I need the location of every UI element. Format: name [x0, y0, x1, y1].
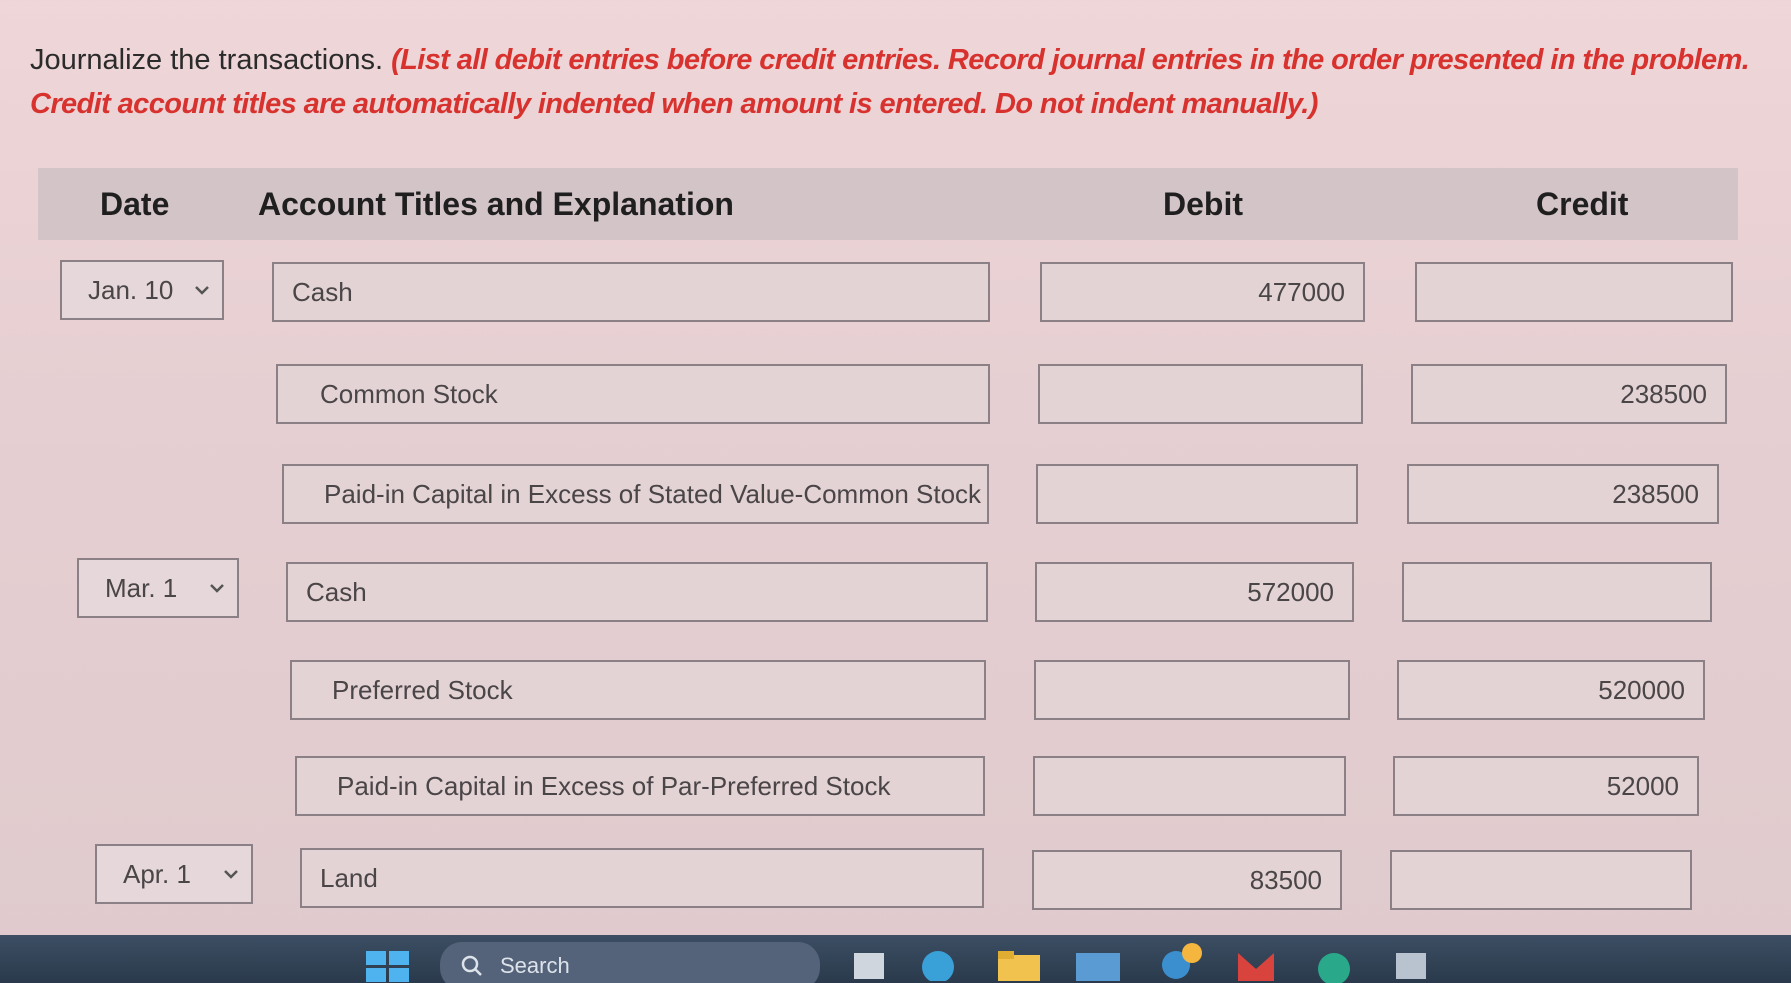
header-credit: Credit [1536, 186, 1629, 222]
credit-value: 238500 [1620, 378, 1707, 409]
credit-input-row-3[interactable]: 238500 [1407, 464, 1719, 524]
folder-icon[interactable] [998, 949, 1040, 981]
chrome-icon[interactable] [1154, 939, 1210, 981]
debit-input-row-2[interactable] [1038, 364, 1363, 424]
credit-input-row-4[interactable] [1402, 562, 1712, 622]
debit-value: 477000 [1258, 276, 1345, 307]
credit-input-row-6[interactable]: 52000 [1393, 756, 1699, 816]
date-select-mar-1[interactable]: Mar. 1 [77, 558, 239, 618]
calculator-icon[interactable] [1394, 949, 1428, 981]
chevron-down-icon [224, 870, 238, 879]
taskbar-search-box[interactable]: Search [440, 942, 820, 983]
chevron-down-icon [195, 286, 209, 295]
account-value: Land [320, 862, 378, 893]
journal-header: Date Account Titles and Explanation Debi… [38, 168, 1738, 240]
debit-input-row-5[interactable] [1034, 660, 1350, 720]
credit-input-row-5[interactable]: 520000 [1397, 660, 1705, 720]
header-date: Date [100, 186, 170, 222]
credit-value: 52000 [1606, 770, 1679, 801]
account-value: Common Stock [320, 378, 498, 409]
instructions: Journalize the transactions. (List all d… [30, 38, 1750, 126]
instructions-prefix: Journalize the transactions. [30, 44, 392, 76]
credit-value: 238500 [1612, 478, 1699, 509]
account-value: Paid-in Capital in Excess of Par-Preferr… [337, 770, 891, 801]
store-icon[interactable] [1076, 947, 1120, 981]
search-icon [461, 955, 482, 976]
account-value: Preferred Stock [332, 674, 513, 705]
account-input-row-4[interactable]: Cash [286, 562, 988, 622]
date-select-apr-1[interactable]: Apr. 1 [95, 844, 253, 904]
debit-input-row-1[interactable]: 477000 [1040, 262, 1365, 322]
chevron-down-icon [210, 584, 224, 593]
account-input-row-6[interactable]: Paid-in Capital in Excess of Par-Preferr… [295, 756, 985, 816]
date-select-jan-10[interactable]: Jan. 10 [60, 260, 224, 320]
edge-browser-icon[interactable] [918, 947, 958, 981]
credit-input-row-2[interactable]: 238500 [1411, 364, 1727, 424]
account-value: Cash [306, 576, 367, 607]
credit-input-row-7[interactable] [1390, 850, 1692, 910]
debit-input-row-7[interactable]: 83500 [1032, 850, 1342, 910]
account-input-row-5[interactable]: Preferred Stock [290, 660, 986, 720]
debit-input-row-3[interactable] [1036, 464, 1358, 524]
date-value: Apr. 1 [123, 858, 191, 889]
account-input-row-3[interactable]: Paid-in Capital in Excess of Stated Valu… [282, 464, 989, 524]
credit-value: 520000 [1598, 674, 1685, 705]
account-input-row-7[interactable]: Land [300, 848, 984, 908]
header-debit: Debit [1163, 186, 1243, 222]
debit-input-row-6[interactable] [1033, 756, 1346, 816]
os-taskbar [0, 935, 1791, 983]
account-input-row-1[interactable]: Cash [272, 262, 990, 322]
task-view-icon[interactable] [852, 949, 886, 981]
mail-icon[interactable] [1236, 949, 1276, 981]
account-value: Cash [292, 276, 353, 307]
account-input-row-2[interactable]: Common Stock [276, 364, 990, 424]
header-account: Account Titles and Explanation [258, 186, 734, 222]
debit-value: 572000 [1247, 576, 1334, 607]
date-value: Jan. 10 [88, 274, 174, 305]
date-value: Mar. 1 [105, 572, 178, 603]
credit-input-row-1[interactable] [1415, 262, 1733, 322]
search-label: Search [500, 953, 570, 978]
account-value: Paid-in Capital in Excess of Stated Valu… [324, 478, 982, 509]
debit-input-row-4[interactable]: 572000 [1035, 562, 1354, 622]
debit-value: 83500 [1249, 864, 1322, 895]
start-icon[interactable] [366, 951, 410, 983]
app-icon[interactable] [1312, 947, 1356, 983]
